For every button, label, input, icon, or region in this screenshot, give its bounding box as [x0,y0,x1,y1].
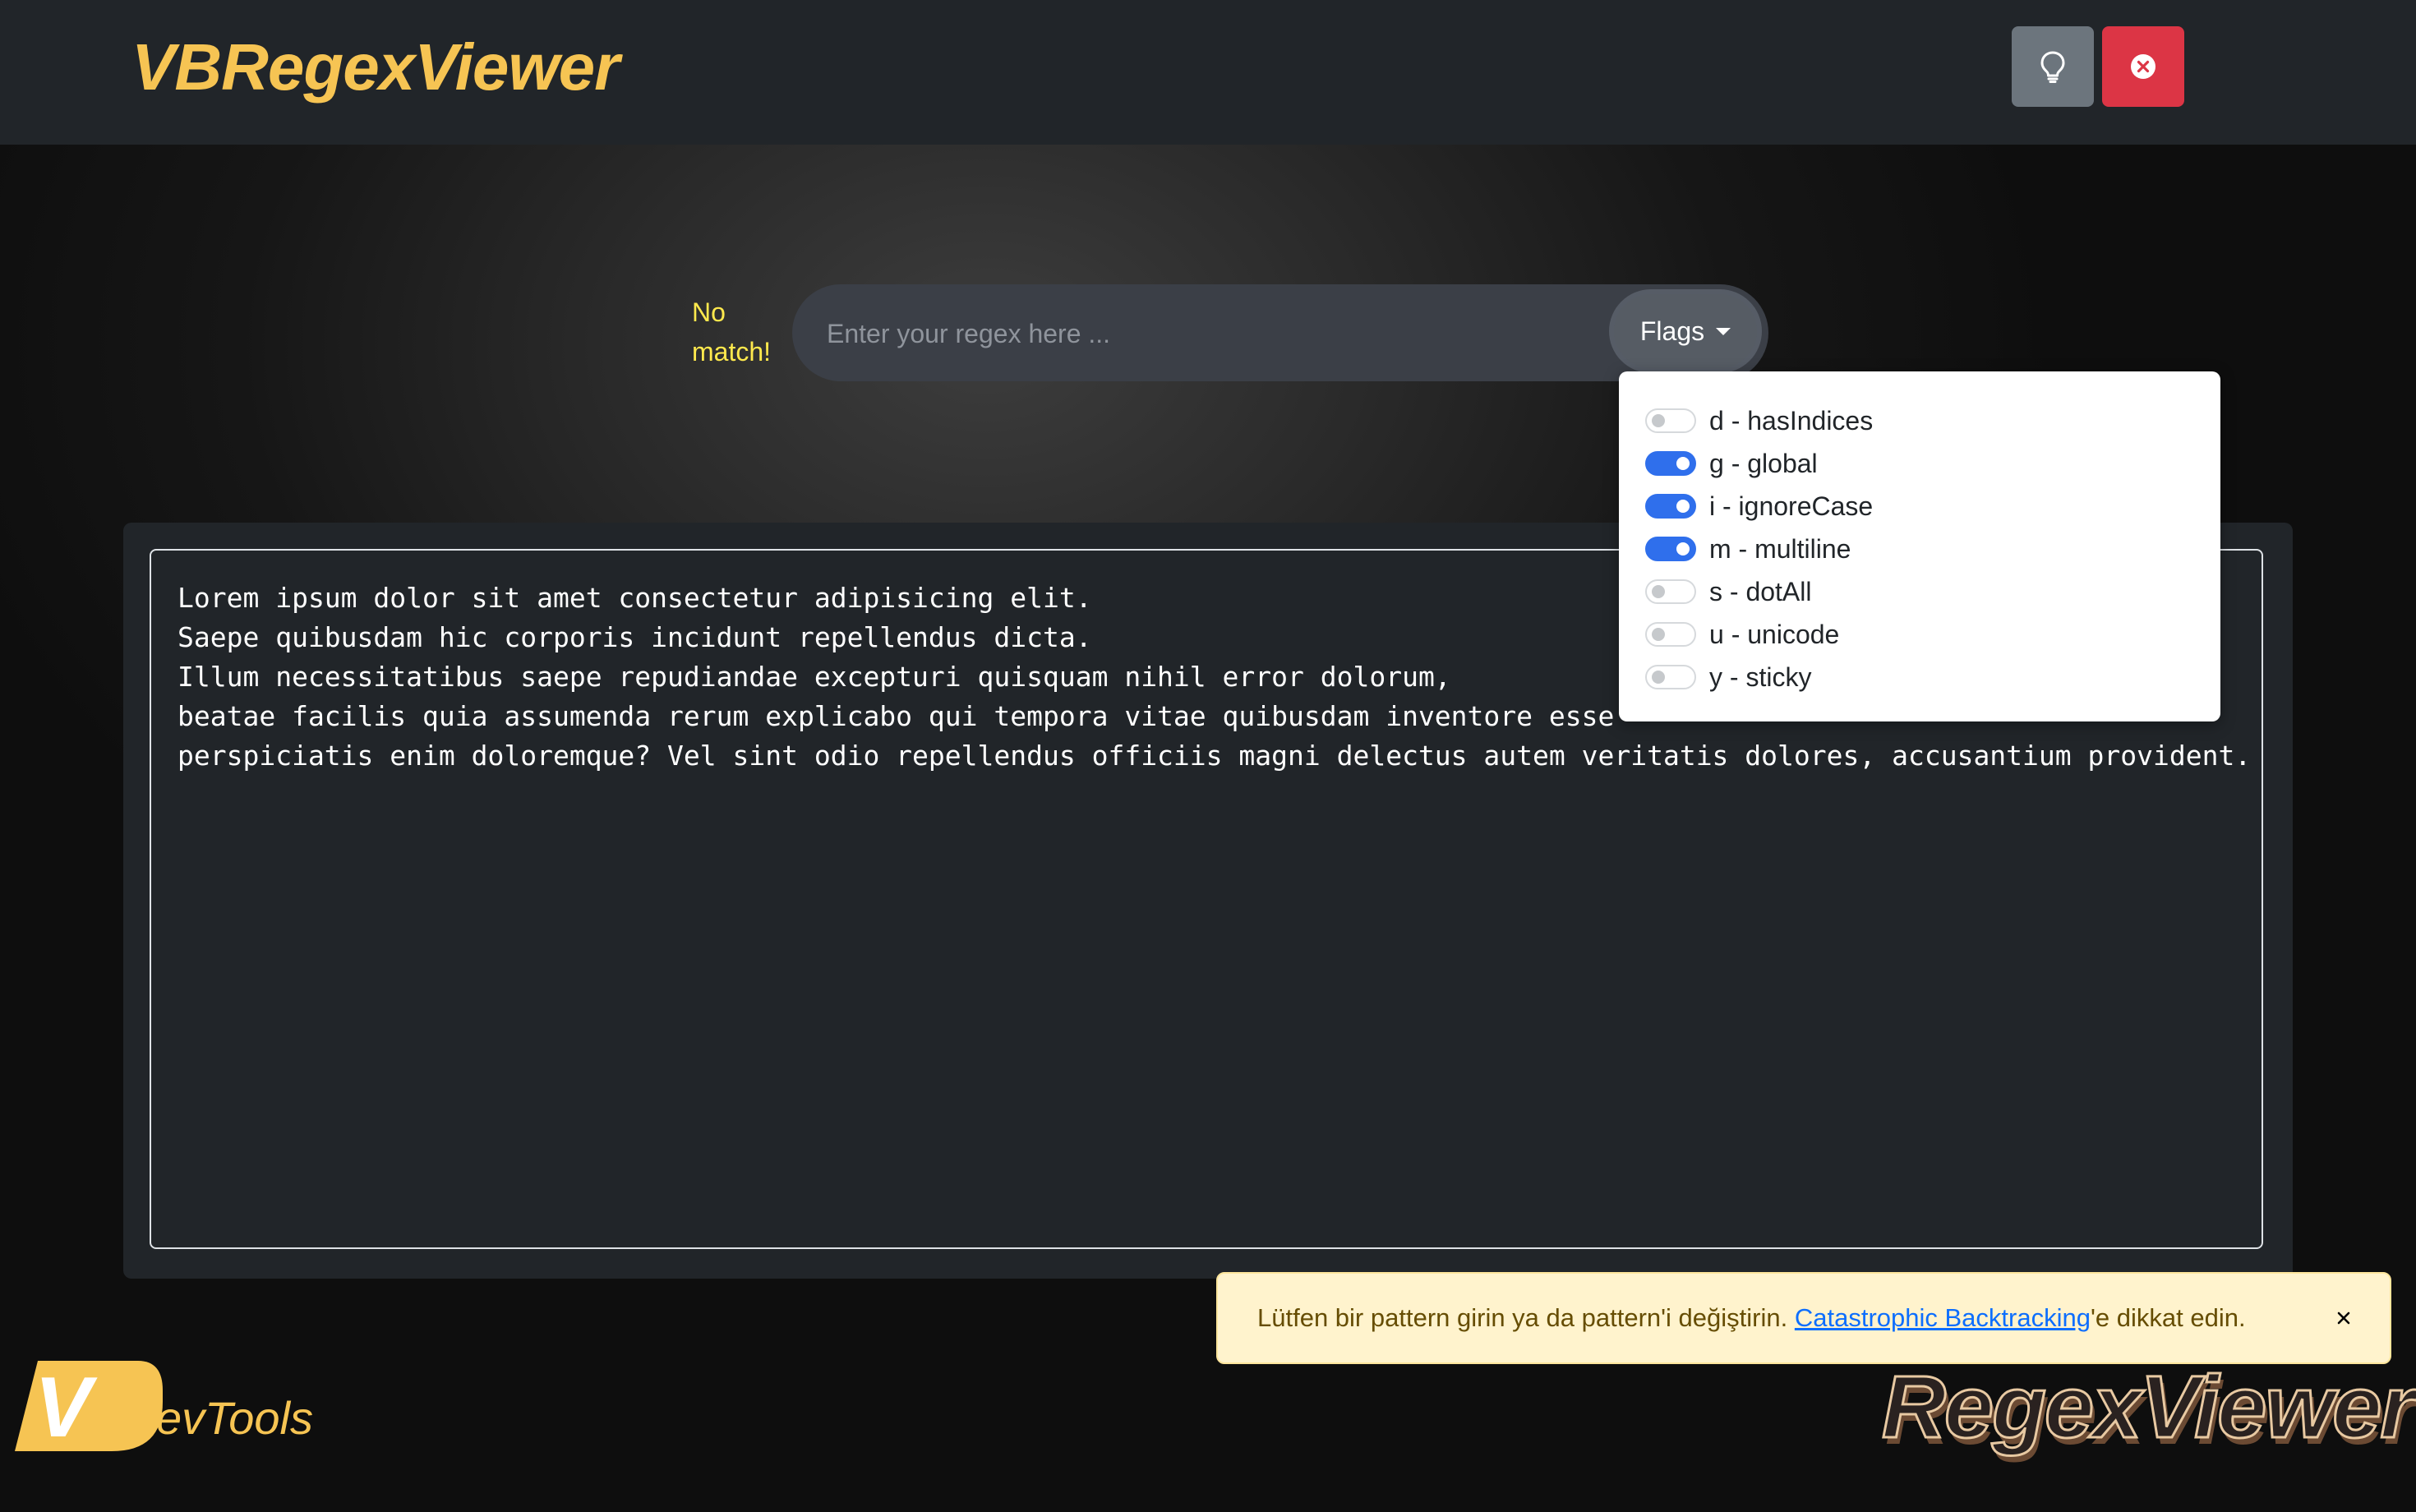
flag-item-m[interactable]: m - multiline [1645,528,2220,570]
flag-item-d[interactable]: d - hasIndices [1645,399,2220,442]
x-circle-icon [2131,54,2155,79]
flag-label-s: s - dotAll [1709,576,1812,606]
flag-label-d: d - hasIndices [1709,405,1874,436]
flag-label-g: g - global [1709,448,1818,478]
devtools-logo-mark: V [15,1360,163,1455]
flag-toggle-i[interactable] [1645,494,1696,519]
flag-item-i[interactable]: i - ignoreCase [1645,485,2220,528]
flag-label-m: m - multiline [1709,533,1851,564]
warning-alert: Lütfen bir pattern girin ya da pattern'i… [1216,1272,2391,1364]
flag-item-s[interactable]: s - dotAll [1645,570,2220,613]
caret-down-icon [1716,327,1731,335]
regex-input-group: Flags [792,284,1768,381]
catastrophic-backtracking-link[interactable]: Catastrophic Backtracking [1795,1303,2091,1333]
devtools-logo-letter: V [35,1361,98,1451]
app-title[interactable]: VBRegexViewer [131,30,620,105]
flag-toggle-m[interactable] [1645,537,1696,561]
close-button[interactable] [2102,26,2184,107]
regexviewer-logo: RegexViewer [1880,1356,2415,1457]
flags-button-label: Flags [1639,316,1705,346]
alert-close-button[interactable] [2329,1303,2358,1333]
flag-item-y[interactable]: y - sticky [1645,656,2220,698]
navbar: VBRegexViewer [0,0,2416,145]
alert-text-after: 'e dikkat edin. [2090,1303,2246,1332]
flags-dropdown-menu: d - hasIndices g - global i - ignoreCase… [1619,371,2220,721]
theme-toggle-button[interactable] [2012,26,2094,107]
close-icon [2337,1311,2350,1325]
devtools-logo-text: evTools [156,1392,313,1444]
flag-label-u: u - unicode [1709,619,1840,649]
flag-label-y: y - sticky [1709,662,1812,692]
flag-item-u[interactable]: u - unicode [1645,613,2220,656]
lightbulb-icon [2040,51,2065,83]
flag-toggle-y[interactable] [1645,665,1696,689]
flags-list: d - hasIndices g - global i - ignoreCase… [1619,371,2220,698]
flag-toggle-d[interactable] [1645,408,1696,433]
flag-label-i: i - ignoreCase [1709,491,1874,521]
flag-toggle-s[interactable] [1645,579,1696,604]
flags-dropdown-button[interactable]: Flags [1614,294,1757,368]
alert-text-before: Lütfen bir pattern girin ya da pattern'i… [1257,1303,1795,1332]
flag-toggle-u[interactable] [1645,622,1696,647]
regex-input[interactable] [825,309,1568,358]
flag-toggle-g[interactable] [1645,451,1696,476]
no-match-status: No match! [692,297,772,366]
flag-item-g[interactable]: g - global [1645,442,2220,485]
